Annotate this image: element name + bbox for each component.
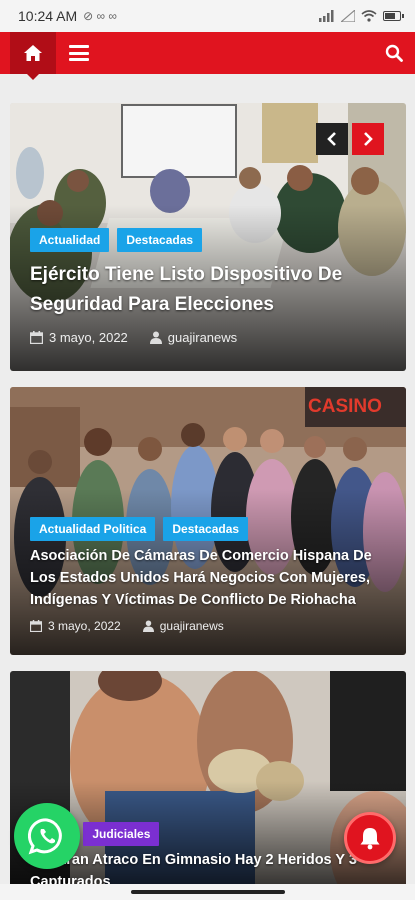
article-1-title-line: Ejército Tiene Listo Dispositivo De bbox=[30, 264, 343, 285]
home-icon bbox=[24, 45, 42, 61]
tag-judiciales[interactable]: Judiciales bbox=[83, 822, 160, 846]
user-icon bbox=[149, 331, 162, 344]
article-2-title-line: Asociación De Cámaras De Comercio Hispan… bbox=[30, 548, 372, 564]
article-card-1[interactable]: Actualidad Destacadas Ejército Tiene Lis… bbox=[10, 103, 406, 371]
slider-prev-button[interactable] bbox=[316, 123, 348, 155]
chevron-left-icon bbox=[327, 132, 336, 146]
battery-icon bbox=[383, 11, 404, 21]
bell-icon bbox=[360, 828, 380, 850]
tag-actualidad-politica[interactable]: Actualidad Politica bbox=[30, 517, 156, 541]
search-icon bbox=[385, 44, 403, 62]
user-icon bbox=[142, 620, 154, 632]
article-card-2[interactable]: CASINO Actualidad Politica Destacadas As… bbox=[10, 387, 406, 655]
article-1-author[interactable]: guajiranews bbox=[168, 330, 237, 345]
status-signal-icons: ⊘ ∞ ∞ bbox=[83, 9, 117, 23]
whatsapp-icon bbox=[28, 818, 62, 855]
article-2-title-line: Indígenas Y Víctimas De Conflicto De Rio… bbox=[30, 592, 356, 608]
article-2-author[interactable]: guajiranews bbox=[160, 619, 224, 633]
wifi-icon bbox=[361, 10, 377, 22]
casino-sign-text: CASINO bbox=[308, 396, 382, 417]
cell-signal-icon bbox=[319, 10, 334, 22]
article-1-tags: Actualidad Destacadas bbox=[30, 228, 203, 252]
tag-actualidad[interactable]: Actualidad bbox=[30, 228, 110, 252]
menu-button[interactable] bbox=[56, 32, 102, 74]
article-3-title-line: Frustran Atraco En Gimnasio Hay 2 Herido… bbox=[30, 852, 357, 868]
tag-destacadas[interactable]: Destacadas bbox=[163, 517, 249, 541]
gesture-handle[interactable] bbox=[131, 890, 285, 894]
home-button[interactable] bbox=[10, 32, 56, 80]
chevron-right-icon bbox=[364, 132, 373, 146]
status-time: 10:24 AM bbox=[18, 8, 78, 24]
calendar-icon bbox=[30, 620, 42, 632]
notification-button[interactable] bbox=[344, 812, 396, 864]
top-navbar bbox=[0, 32, 415, 80]
status-bar: 10:24 AM ⊘ ∞ ∞ bbox=[0, 0, 415, 32]
search-button[interactable] bbox=[373, 32, 415, 74]
hamburger-menu-icon bbox=[69, 45, 89, 61]
article-2-title-line: Los Estados Unidos Hará Negocios Con Muj… bbox=[30, 570, 371, 586]
article-2-meta: 3 mayo, 2022 guajiranews bbox=[30, 619, 224, 633]
article-1-meta: 3 mayo, 2022 guajiranews bbox=[30, 330, 237, 345]
article-1-date: 3 mayo, 2022 bbox=[49, 330, 128, 345]
tag-destacadas[interactable]: Destacadas bbox=[117, 228, 203, 252]
slider-next-button[interactable] bbox=[352, 123, 384, 155]
cell-signal-2-icon bbox=[341, 10, 355, 22]
article-2-tags: Actualidad Politica Destacadas bbox=[30, 517, 249, 541]
article-2-title[interactable]: Asociación De Cámaras De Comercio Hispan… bbox=[30, 545, 386, 611]
article-2-date: 3 mayo, 2022 bbox=[48, 619, 121, 633]
gesture-nav-bar bbox=[0, 884, 415, 900]
article-1-title-line: Seguridad Para Elecciones bbox=[30, 294, 274, 315]
article-1-title[interactable]: Ejército Tiene Listo Dispositivo De Segu… bbox=[30, 260, 386, 320]
calendar-icon bbox=[30, 331, 43, 344]
whatsapp-button[interactable] bbox=[14, 803, 80, 869]
